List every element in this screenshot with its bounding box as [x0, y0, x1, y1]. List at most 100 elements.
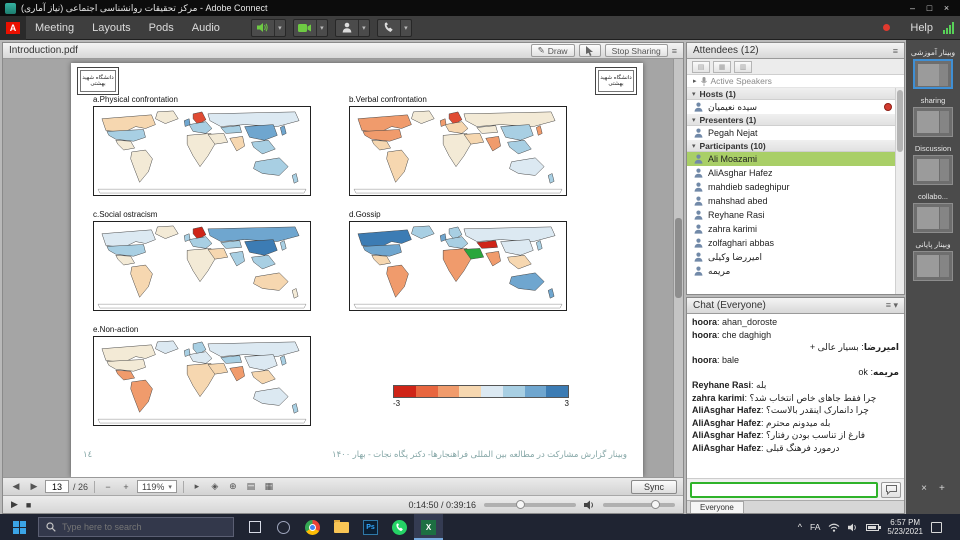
draw-button[interactable]: ✎ Draw — [531, 44, 575, 57]
attendee-row[interactable]: سیده نعیمیان — [687, 100, 904, 114]
active-speakers-row[interactable]: ▸ Active Speakers — [687, 75, 904, 88]
speaker-dropdown-icon[interactable]: ▾ — [274, 20, 285, 36]
action-center-icon[interactable] — [931, 522, 942, 533]
seek-slider[interactable] — [484, 503, 576, 507]
seek-knob[interactable] — [516, 500, 525, 509]
person-icon[interactable] — [336, 20, 358, 36]
language-indicator[interactable]: FA — [810, 522, 820, 532]
status-control[interactable]: ▾ — [335, 19, 370, 37]
zoom-tool-button[interactable]: ⊕ — [226, 481, 240, 492]
battery-icon[interactable] — [866, 524, 879, 531]
attendees-scrollbar[interactable] — [895, 88, 904, 294]
single-page-view-button[interactable]: ▤ — [244, 481, 258, 492]
stop-button[interactable]: ■ — [26, 500, 31, 510]
attendee-view-button-2[interactable]: ▦ — [713, 61, 731, 73]
zoom-out-button[interactable]: − — [101, 482, 115, 492]
attendees-pod-menu-icon[interactable]: ≡ — [893, 46, 898, 56]
chat-input[interactable] — [690, 482, 878, 498]
layout-item[interactable]: sharing — [906, 96, 960, 137]
attendee-row[interactable]: Ali Moazami — [687, 152, 904, 166]
scrollbar-thumb[interactable] — [675, 218, 682, 298]
attendee-row[interactable]: Pegah Nejat — [687, 126, 904, 140]
thumbnail-view-button[interactable]: ▦ — [262, 481, 276, 492]
attendee-row[interactable]: mahshad abed — [687, 194, 904, 208]
send-message-button[interactable] — [881, 482, 901, 498]
attendee-section-header[interactable]: ▾ Participants (10) — [687, 140, 904, 152]
layout-thumbnail[interactable] — [913, 155, 953, 185]
delete-layout-icon[interactable]: × — [921, 483, 927, 494]
next-page-button[interactable]: ▶ — [27, 481, 41, 492]
volume-knob[interactable] — [651, 500, 660, 509]
add-layout-icon[interactable]: + — [939, 483, 945, 494]
volume-icon[interactable] — [584, 500, 595, 510]
attendee-row[interactable]: zolfaghari abbas — [687, 236, 904, 250]
webcam-control[interactable]: ▾ — [293, 19, 328, 37]
connection-status-icon[interactable] — [943, 22, 954, 34]
start-button[interactable] — [0, 514, 38, 540]
file-explorer-button[interactable] — [327, 514, 356, 540]
document-area[interactable]: دانشگاه شهید بهشتی دانشگاه شهید بهشتی a.… — [3, 59, 683, 477]
layout-thumbnail[interactable] — [913, 107, 953, 137]
collapse-icon[interactable]: ▾ — [692, 142, 696, 150]
attendee-view-button-1[interactable]: ▤ — [692, 61, 710, 73]
minimize-button[interactable]: – — [904, 3, 921, 13]
attendee-row[interactable]: mahdieb sadeghipur — [687, 180, 904, 194]
expand-icon[interactable]: ▸ — [693, 77, 697, 85]
menu-meeting[interactable]: Meeting — [26, 16, 83, 39]
share-pod-menu-icon[interactable]: ≡ — [672, 46, 677, 56]
phone-dropdown-icon[interactable]: ▾ — [400, 20, 411, 36]
layout-thumbnail[interactable] — [913, 59, 953, 89]
close-button[interactable]: × — [938, 3, 955, 13]
attendee-row[interactable]: مریمه — [687, 264, 904, 278]
search-input[interactable] — [62, 522, 212, 532]
attendee-section-header[interactable]: ▾ Hosts (1) — [687, 88, 904, 100]
sync-button[interactable]: Sync — [631, 480, 677, 494]
webcam-icon[interactable] — [294, 20, 316, 36]
layout-item[interactable]: collabo... — [906, 192, 960, 233]
attendee-row[interactable]: امیررضا وکیلی — [687, 250, 904, 264]
tray-expand-icon[interactable]: ^ — [798, 522, 802, 532]
menu-help[interactable]: Help — [900, 16, 943, 39]
phone-control[interactable]: ▾ — [377, 19, 412, 37]
chat-pod-menu-icon[interactable]: ≡ ▾ — [886, 300, 898, 311]
previous-page-button[interactable]: ◀ — [9, 481, 23, 492]
attendee-row[interactable]: Reyhane Rasi — [687, 208, 904, 222]
status-dropdown-icon[interactable]: ▾ — [358, 20, 369, 36]
menu-audio[interactable]: Audio — [183, 16, 229, 39]
speaker-icon[interactable] — [252, 20, 274, 36]
taskbar-search[interactable] — [38, 517, 234, 537]
attendee-row[interactable]: zahra karimi — [687, 222, 904, 236]
select-tool-button[interactable]: ▸ — [190, 481, 204, 492]
attendee-section-header[interactable]: ▾ Presenters (1) — [687, 114, 904, 126]
speaker-control[interactable]: ▾ — [251, 19, 286, 37]
layout-item[interactable]: وبینار آموزشی — [906, 48, 960, 89]
collapse-icon[interactable]: ▾ — [692, 116, 696, 124]
pan-tool-button[interactable]: ◈ — [208, 481, 222, 492]
volume-slider[interactable] — [603, 503, 675, 507]
attendee-row[interactable]: AliAsghar Hafez — [687, 166, 904, 180]
cortana-button[interactable] — [269, 514, 298, 540]
collapse-icon[interactable]: ▾ — [692, 90, 696, 98]
stop-sharing-button[interactable]: Stop Sharing — [605, 44, 668, 57]
menu-layouts[interactable]: Layouts — [83, 16, 140, 39]
phone-icon[interactable] — [378, 20, 400, 36]
maximize-button[interactable]: □ — [921, 3, 938, 13]
layout-thumbnail[interactable] — [913, 251, 953, 281]
task-view-button[interactable] — [240, 514, 269, 540]
zoom-in-button[interactable]: + — [119, 482, 133, 492]
photoshop-button[interactable]: Ps — [356, 514, 385, 540]
document-scrollbar[interactable] — [673, 59, 683, 477]
scrollbar-thumb[interactable] — [897, 90, 903, 152]
layout-thumbnail[interactable] — [913, 203, 953, 233]
whatsapp-button[interactable] — [385, 514, 414, 540]
sound-icon[interactable] — [848, 523, 858, 532]
layout-item[interactable]: Discussion — [906, 144, 960, 185]
menu-pods[interactable]: Pods — [140, 16, 183, 39]
wifi-icon[interactable] — [828, 523, 840, 532]
layout-item[interactable]: وبینار پایانی — [906, 240, 960, 281]
zoom-level-select[interactable]: 119%▾ — [137, 480, 177, 493]
pointer-button[interactable] — [579, 44, 601, 57]
taskbar-clock[interactable]: 6:57 PM 5/23/2021 — [887, 518, 923, 537]
attendee-view-button-3[interactable]: ▥ — [734, 61, 752, 73]
page-number-input[interactable] — [45, 480, 69, 493]
